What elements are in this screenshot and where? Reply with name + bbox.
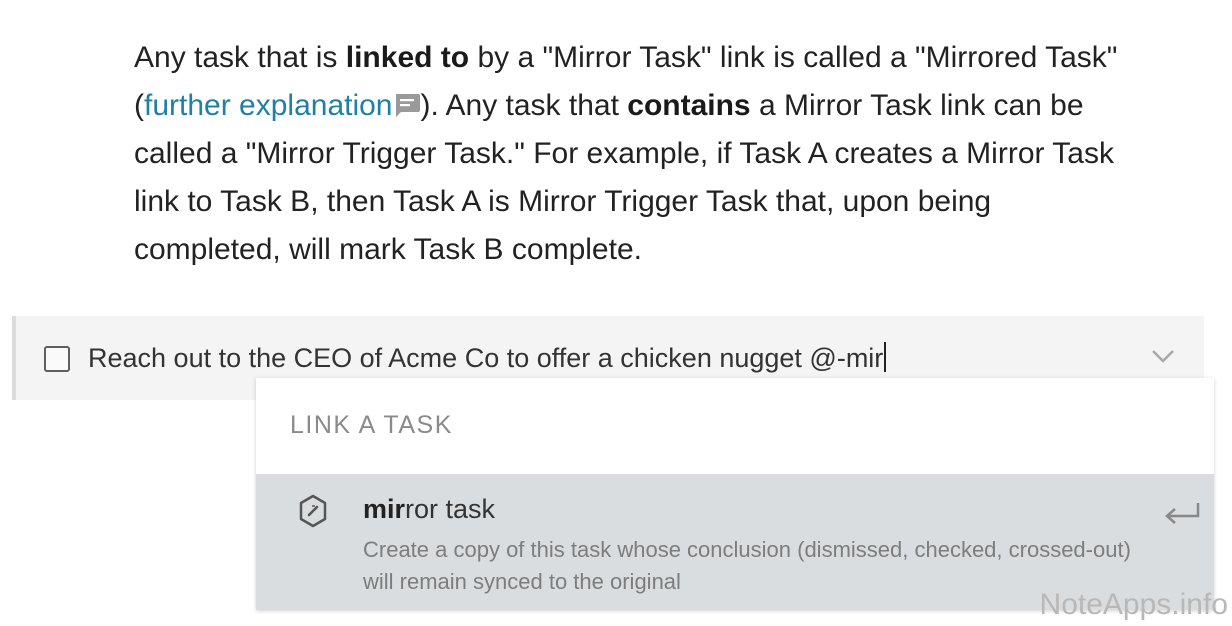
option-title-rest: ror task	[405, 494, 496, 524]
task-text: Reach out to the CEO of Acme Co to offer…	[88, 343, 884, 373]
paragraph-bold-text: linked to	[345, 41, 470, 74]
further-explanation-link[interactable]: further explanation	[144, 89, 393, 122]
watermark: NoteApps.info	[1039, 588, 1228, 621]
option-description: Create a copy of this task whose conclus…	[363, 537, 1131, 594]
mirror-task-icon	[299, 494, 327, 528]
comment-icon[interactable]	[393, 92, 421, 118]
enter-icon	[1165, 503, 1200, 524]
task-input[interactable]: Reach out to the CEO of Acme Co to offer…	[88, 340, 887, 376]
paragraph-text: ). Any task that	[420, 89, 628, 122]
chevron-down-icon[interactable]	[1150, 346, 1176, 366]
page: Any task that is linked to by a "Mirror …	[0, 0, 1232, 626]
paragraph-text: Any task that is	[134, 41, 346, 74]
link-task-dropdown: LINK A TASK mirror task Create a copy of…	[256, 378, 1214, 610]
text-cursor	[884, 342, 887, 372]
paragraph-bold-text: contains	[627, 89, 751, 122]
option-title-match: mir	[363, 494, 406, 524]
dropdown-header: LINK A TASK	[290, 411, 453, 439]
task-checkbox[interactable]	[44, 346, 70, 372]
option-title: mirror task	[363, 494, 495, 525]
explanation-paragraph: Any task that is linked to by a "Mirror …	[134, 34, 1124, 274]
